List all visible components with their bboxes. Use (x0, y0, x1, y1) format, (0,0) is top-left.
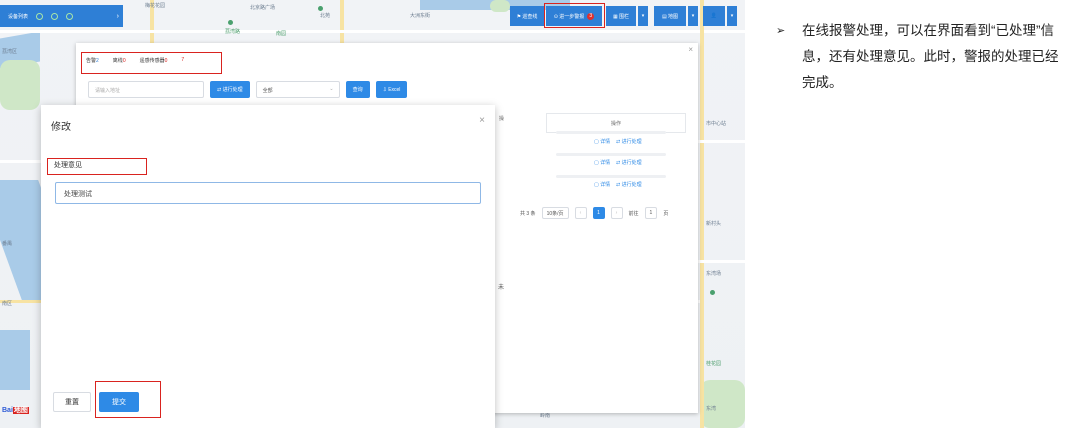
tab-count: 0 (122, 58, 126, 64)
goto-page-input[interactable]: 1 (644, 207, 658, 219)
process-link[interactable]: ⇄ 进行处理 (616, 138, 642, 145)
status-online-icon (36, 12, 44, 20)
tab-label: 离线 (112, 58, 123, 64)
route-button[interactable]: ⚑ 巡查线 (510, 6, 544, 26)
reset-button[interactable]: 重置 (53, 392, 91, 412)
goto-label: 前往 (628, 210, 639, 217)
map-label: 南区 (2, 301, 13, 307)
tab-sensor[interactable]: 遥感传感器0 (140, 57, 168, 64)
opinion-label: 处理意见 (54, 162, 82, 169)
prev-page-button[interactable]: ‹ (574, 207, 587, 219)
map-label: 番禺 (2, 241, 13, 247)
map-label: 东湾场 (706, 271, 722, 277)
layers-button-label: ▤ 地图 (661, 13, 679, 20)
pagination: 共 3 条 10条/页 ‹ 1 › 前往 1 页 (520, 207, 668, 219)
status-alarm-icon (66, 12, 74, 20)
status-select-value: 全部 (262, 88, 273, 94)
process-link[interactable]: ⇄ 进行处理 (616, 181, 642, 188)
status-select[interactable]: 全部 ⌄ (255, 81, 340, 98)
fence-button-label: ▦ 围栏 (612, 13, 630, 20)
detail-link[interactable]: ▢ 详情 (594, 181, 610, 188)
annotation-text: 在线报警处理，可以在界面看到“已处理”信息，还有处理意见。此时，警报的处理已经完… (802, 23, 1059, 90)
user-icon: 👤 (710, 13, 718, 19)
query-button[interactable]: 查询 (345, 81, 370, 98)
close-icon[interactable]: × (479, 115, 485, 126)
alarm-tabs: 告警2 离线0 遥感传感器0 7 (86, 57, 184, 64)
annotation-note: ➢ 在线报警处理，可以在界面看到“已处理”信息，还有处理意见。此时，警报的处理已… (776, 18, 1066, 96)
modal-title: 修改 (51, 122, 71, 133)
device-list-title: 设备列表 (8, 13, 29, 20)
layers-button[interactable]: ▤ 地图 (654, 6, 686, 26)
alarm-button[interactable]: ⊙ 进一步警报 3 (546, 6, 602, 26)
baidu-logo-text: Bai (2, 407, 13, 414)
map-label: 荔湾路 (225, 29, 241, 35)
route-button-label: ⚑ 巡查线 (516, 13, 538, 20)
chevron-down-icon: ▾ (641, 13, 645, 19)
map-label: 桂花园 (706, 361, 722, 367)
pagination-total: 共 3 条 (520, 210, 536, 217)
table-header-cell: 操 (499, 116, 505, 122)
layers-dropdown-button[interactable]: ▾ (688, 6, 698, 26)
map-label: 梅花花园 (145, 3, 166, 9)
table-header-action: 操作 (546, 113, 686, 133)
user-button[interactable]: 👤 (703, 6, 725, 26)
edit-modal: 修改 × 处理意见 处理测试 重置 提交 (41, 105, 495, 428)
process-link[interactable]: ⇄ 进行处理 (616, 159, 642, 166)
tab-count: 2 (96, 58, 99, 64)
tab-extra-count: 7 (181, 57, 185, 63)
tab-label: 告警 (86, 58, 97, 64)
fence-dropdown-button[interactable]: ▾ (638, 6, 648, 26)
detail-link[interactable]: ▢ 详情 (594, 138, 610, 145)
chevron-down-icon: ▾ (730, 13, 734, 19)
page-unit-label: 页 (663, 210, 669, 217)
tab-count: 0 (164, 58, 168, 64)
device-list-bar[interactable]: 设备列表 › (0, 5, 123, 27)
baidu-map-logo: Bai地图 (2, 405, 29, 415)
map-poi-icon (318, 6, 323, 11)
tab-alarm[interactable]: 告警2 (86, 57, 99, 64)
user-dropdown-button[interactable]: ▾ (727, 6, 737, 26)
map-label: 荔湾区 (2, 49, 18, 55)
status-offline-icon (51, 12, 59, 20)
map-label: 东湾 (706, 406, 717, 412)
map-label: 南园 (276, 31, 287, 37)
map-label: 市中心站 (706, 121, 727, 127)
chevron-right-icon[interactable]: › (117, 13, 119, 20)
arrow-bullet-icon: ➢ (776, 25, 786, 37)
fence-button[interactable]: ▦ 围栏 (606, 6, 636, 26)
map-poi-icon (228, 20, 233, 25)
search-input[interactable]: 请输入地址 (88, 81, 204, 98)
search-row: 请输入地址 ⇄ 进行处理 全部 ⌄ 查询 ⇩ Excel (88, 81, 408, 98)
tab-offline[interactable]: 离线0 (113, 57, 126, 64)
chevron-down-icon: ▾ (691, 13, 695, 19)
submit-button[interactable]: 提交 (99, 392, 139, 412)
map-label: 新村头 (706, 221, 722, 227)
map-label: 北苑 (320, 13, 331, 19)
close-icon[interactable]: × (688, 45, 693, 54)
partial-text: 未 (498, 285, 505, 291)
alarm-count-badge: 3 (587, 12, 595, 20)
next-page-button[interactable]: › (610, 207, 623, 219)
map-label: 北京路广场 (250, 5, 276, 11)
map-label: 大洲东街 (410, 13, 431, 19)
baidu-logo-red: 地图 (12, 407, 29, 414)
page-size-select[interactable]: 10条/页 (541, 207, 569, 219)
map-label: 岭南 (540, 413, 551, 419)
batch-process-button[interactable]: ⇄ 进行处理 (210, 81, 250, 98)
alarm-button-label: ⊙ 进一步警报 (553, 13, 585, 20)
chevron-down-icon: ⌄ (329, 86, 334, 92)
export-excel-button[interactable]: ⇩ Excel (375, 81, 408, 98)
app-screenshot: 梅花花园 北京路广场 北苑 大洲东街 荔湾路 荔湾区 南园 市中心站 新村头 东… (0, 0, 745, 428)
map-poi-icon (710, 290, 715, 295)
page-number-button[interactable]: 1 (592, 207, 605, 219)
opinion-input[interactable]: 处理测试 (55, 182, 481, 204)
tab-label: 遥感传感器 (139, 58, 165, 64)
detail-link[interactable]: ▢ 详情 (594, 159, 610, 166)
